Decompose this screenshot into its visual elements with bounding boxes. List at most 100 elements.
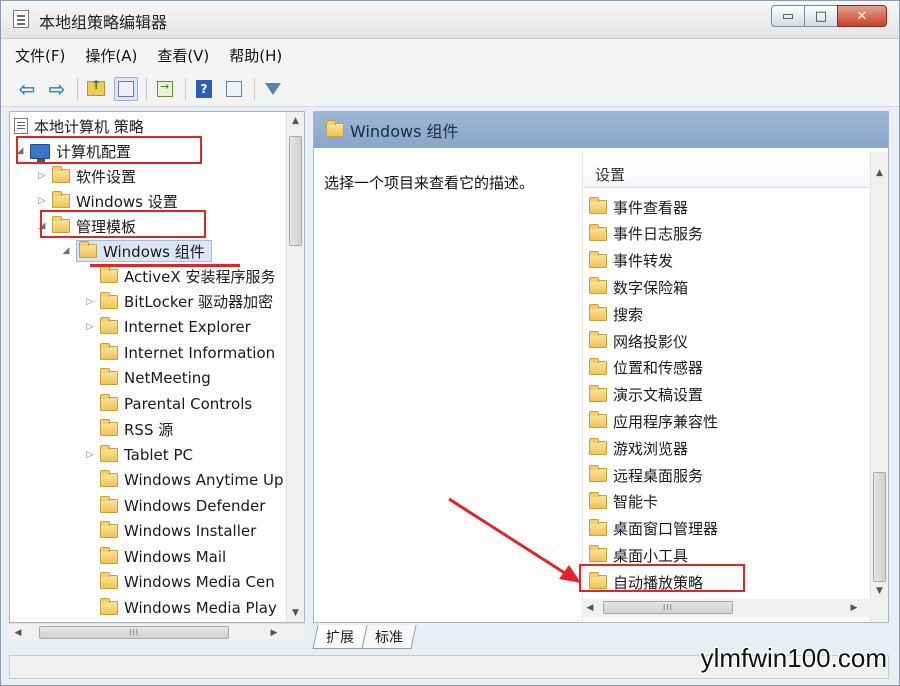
list-item[interactable]: 智能卡 [589,489,658,515]
tab-standard[interactable]: 标准 [361,625,417,649]
folder-icon [589,250,607,268]
list-item[interactable]: 演示文稿设置 [589,382,703,408]
forward-arrow-icon[interactable]: ⇨ [45,77,69,101]
list-item-label: 数字保险箱 [613,278,689,297]
list-item[interactable]: 事件查看器 [589,194,688,220]
tree-item-label: NetMeeting [124,369,211,387]
list-item[interactable]: 数字保险箱 [589,274,688,300]
list-item[interactable]: 游戏浏览器 [589,435,688,461]
folder-icon [589,545,607,563]
tree-item-windows-components[interactable]: ◢ Windows 组件 [60,239,212,263]
menu-help[interactable]: 帮助(H) [229,45,282,66]
expand-arrow-icon[interactable]: ▷ [84,297,96,307]
tab-label: 扩展 [326,629,355,646]
tree-item-label: Internet Information [124,343,276,362]
folder-icon [100,419,118,436]
expand-arrow-icon[interactable]: ▷ [36,171,48,181]
scroll-left-arrow-icon[interactable]: ◀ [581,599,599,617]
help-button[interactable]: ? [192,77,216,101]
list-item-label: 演示文稿设置 [613,386,704,405]
console-tree[interactable]: 本地计算机 策略 ◢ 计算机配置 ▷ 软件设置 ▷ Windows 设置 ◢ 管… [9,111,305,623]
tree-item-component[interactable]: ActiveX 安装程序服务 [84,264,275,288]
menu-action[interactable]: 操作(A) [85,45,137,66]
list-horizontal-scrollbar[interactable]: ◀ III ▶ [581,599,873,617]
scroll-thumb[interactable] [289,136,302,246]
scroll-down-arrow-icon[interactable]: ▼ [871,582,888,600]
list-item[interactable]: 远程桌面服务 [589,462,703,488]
back-arrow-icon[interactable]: ⇦ [15,77,39,101]
tree-item-label: 本地计算机 策略 [34,117,144,136]
list-item[interactable]: 位置和传感器 [589,355,703,381]
tree-item-component[interactable]: Internet Information [84,341,275,365]
tree-item-label: Windows 设置 [76,192,178,211]
folder-icon [589,197,607,214]
scroll-down-arrow-icon[interactable]: ▼ [287,604,304,622]
scroll-right-arrow-icon[interactable]: ▶ [265,624,283,642]
menu-file[interactable]: 文件(F) [15,45,65,66]
list-item[interactable]: 事件转发 [589,248,673,274]
minimize-button[interactable]: ▭ [771,5,805,27]
tree-item-component[interactable]: ▷ Internet Explorer [84,315,251,339]
scroll-thumb[interactable]: III [39,626,229,639]
list-item[interactable]: 网络投影仪 [589,328,688,354]
toolbar-separator [185,77,186,100]
list-item[interactable]: 桌面窗口管理器 [589,516,718,542]
list-vertical-scrollbar[interactable]: ▲ ▼ [870,152,888,622]
expand-arrow-icon[interactable]: ▷ [84,450,96,460]
tree-horizontal-scrollbar[interactable]: ◀ III ▶ [9,623,305,641]
tree-item-component[interactable]: ▷ BitLocker 驱动器加密 [84,290,273,314]
list-item-label: 事件日志服务 [613,225,704,244]
highlight-windows-components [90,264,240,267]
column-header-settings[interactable]: 设置 [583,162,873,188]
tree-vertical-scrollbar[interactable]: ▲ ▼ [286,112,304,622]
menu-view[interactable]: 查看(V) [157,45,209,66]
scroll-up-arrow-icon[interactable]: ▲ [871,164,888,182]
list-item[interactable]: 事件日志服务 [589,221,703,247]
tree-item-component[interactable]: Windows Defender [84,494,265,518]
tree-item-component[interactable]: Windows Anytime Up [84,468,284,492]
list-item[interactable]: 应用程序兼容性 [589,408,718,434]
properties-button[interactable] [222,77,246,101]
expand-arrow-icon[interactable]: ▷ [84,322,96,332]
tree-item-local-policy[interactable]: 本地计算机 策略 [14,114,144,138]
tree-item-component[interactable]: ▷ Tablet PC [84,443,193,467]
maximize-button[interactable]: □ [804,5,838,27]
filter-button[interactable] [261,77,285,101]
list-item[interactable]: 搜索 [589,301,643,327]
console-tree-icon [118,80,134,97]
description-text: 选择一个项目来查看它的描述。 [324,174,535,192]
settings-list[interactable]: 设置 事件查看器事件日志服务事件转发数字保险箱搜索 网络投影仪 位置和传感器演示文稿… [579,152,888,622]
list-item-label: 远程桌面服务 [613,466,704,485]
selected-node: Windows 组件 [76,240,212,262]
close-button[interactable]: ✕ [837,5,887,27]
scroll-thumb[interactable] [873,472,886,582]
folder-up-button[interactable] [84,77,108,101]
scroll-thumb[interactable]: III [603,601,733,614]
collapse-arrow-icon[interactable]: ◢ [60,246,72,256]
scroll-left-arrow-icon[interactable]: ◀ [9,624,27,642]
scroll-up-arrow-icon[interactable]: ▲ [287,112,304,130]
tree-item-component[interactable]: Windows Mail [84,545,226,569]
tree-item-label: Windows Installer [124,522,257,540]
scroll-right-arrow-icon[interactable]: ▶ [845,599,863,617]
folder-icon [100,546,118,564]
highlight-admin-templates [40,210,206,238]
toolbar: ⇦ ⇨ ? [1,71,899,107]
tree-item-component[interactable]: Parental Controls [84,392,252,416]
tree-item-label: Windows Mail [124,547,227,566]
folder-icon [100,317,118,334]
tree-item-component[interactable]: Windows Media Play [84,596,277,620]
filter-icon [265,82,281,95]
title-bar[interactable]: 本地组策略编辑器 ▭ □ ✕ [1,1,899,39]
tree-item-software-settings[interactable]: ▷ 软件设置 [36,164,136,188]
expand-arrow-icon[interactable]: ▷ [36,196,48,206]
export-list-button[interactable] [153,77,177,101]
tree-item-component[interactable]: NetMeeting [84,366,211,390]
policy-document-icon [14,118,28,134]
show-hide-tree-button[interactable] [114,76,138,101]
tree-item-component[interactable]: Windows Media Cen [84,570,275,594]
tree-item-label: 软件设置 [76,167,137,186]
tree-item-component[interactable]: RSS 源 [84,417,173,441]
tree-item-component[interactable]: Windows Installer [84,519,256,543]
tab-extended[interactable]: 扩展 [312,625,368,649]
